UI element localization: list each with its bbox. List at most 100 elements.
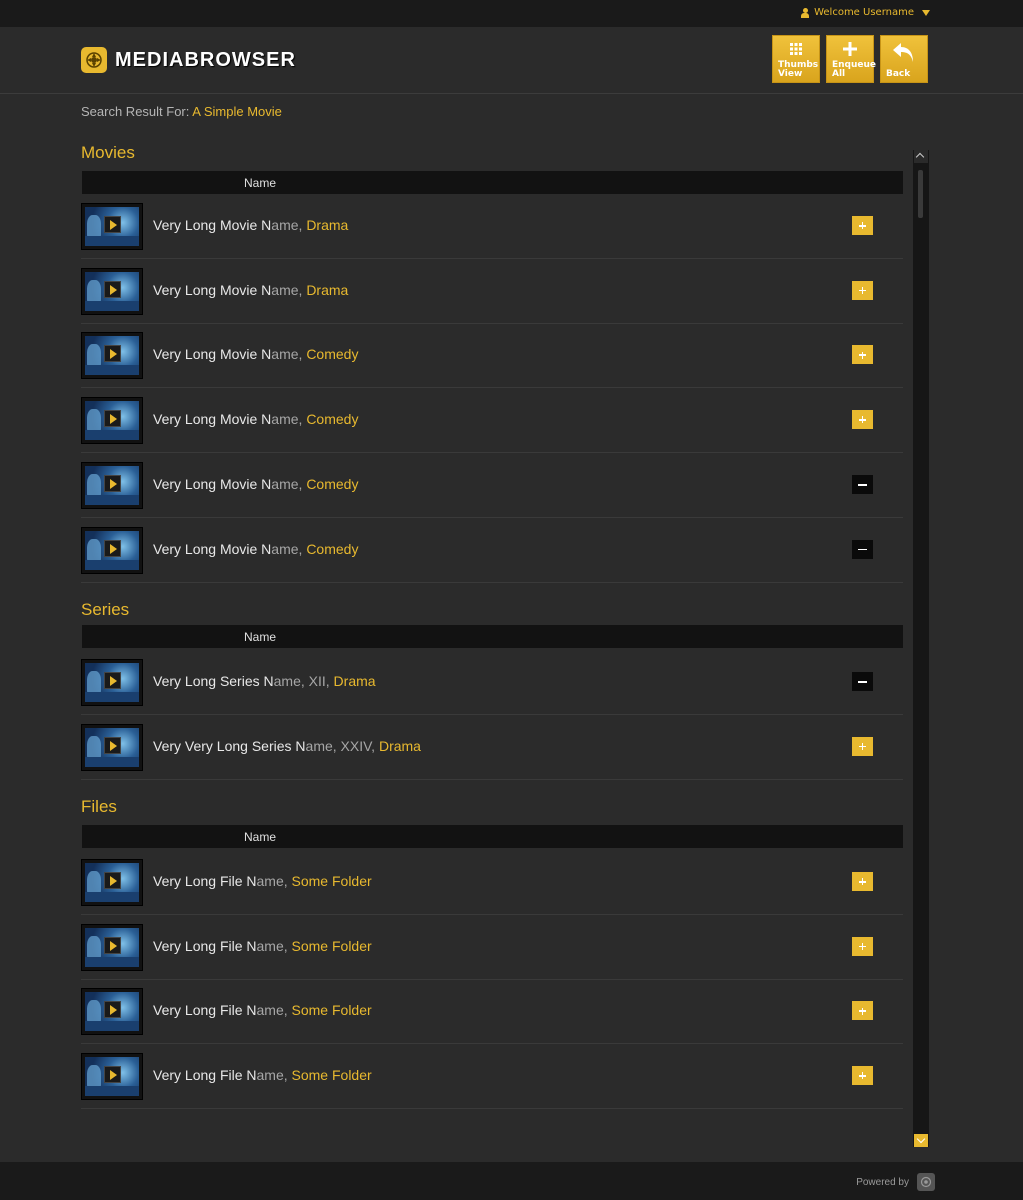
item-category[interactable]: Comedy: [306, 476, 358, 492]
play-icon[interactable]: [104, 410, 121, 428]
item-name: Very Long Movie N: [153, 411, 272, 428]
column-header-files[interactable]: Name: [82, 825, 903, 848]
list-item[interactable]: Very Long File Name, Some Folder: [81, 850, 903, 915]
item-title[interactable]: Very Long File Name, Some Folder: [153, 1067, 372, 1083]
thumbs-label-2: View: [778, 69, 803, 79]
scroll-up-icon[interactable]: [914, 150, 928, 163]
column-header-series[interactable]: Name: [82, 625, 903, 648]
remove-from-queue-button[interactable]: [852, 672, 873, 691]
play-icon[interactable]: [104, 736, 121, 754]
search-result-line: Search Result For: A Simple Movie: [81, 104, 282, 119]
thumbnail[interactable]: [81, 723, 143, 771]
play-icon[interactable]: [104, 1001, 121, 1019]
item-title[interactable]: Very Long Movie Name, Comedy: [153, 476, 358, 492]
search-prefix: Search Result For:: [81, 104, 193, 119]
column-header-name[interactable]: Name: [244, 630, 276, 644]
item-category[interactable]: Comedy: [306, 346, 358, 362]
item-title[interactable]: Very Long File Name, Some Folder: [153, 873, 372, 889]
item-title[interactable]: Very Long Movie Name, Drama: [153, 282, 348, 298]
thumbnail[interactable]: [81, 461, 143, 509]
thumbnail[interactable]: [81, 267, 143, 315]
user-menu[interactable]: Welcome Username: [801, 7, 930, 18]
column-header-name[interactable]: Name: [244, 830, 276, 844]
play-icon[interactable]: [104, 872, 121, 889]
add-to-queue-button[interactable]: [852, 936, 873, 956]
item-name: Very Long Movie N: [153, 346, 272, 363]
list-item[interactable]: Very Long Movie Name, Drama: [81, 194, 903, 259]
thumbnail[interactable]: [81, 332, 143, 380]
item-title[interactable]: Very Long File Name, Some Folder: [153, 938, 372, 954]
item-category[interactable]: Drama: [306, 217, 348, 233]
item-name: Very Long Movie N: [153, 281, 272, 298]
add-to-queue-button[interactable]: [852, 736, 873, 756]
add-to-queue-button[interactable]: [852, 410, 873, 430]
add-to-queue-button[interactable]: [852, 1066, 873, 1086]
item-category[interactable]: Drama: [334, 673, 376, 689]
enqueue-all-button[interactable]: Enqueue All: [826, 35, 876, 83]
thumbnail[interactable]: [81, 1053, 143, 1101]
thumbnail[interactable]: [81, 988, 143, 1036]
item-name-faded: ame, XXIV,: [305, 737, 379, 754]
scroll-down-icon[interactable]: [914, 1134, 928, 1147]
play-icon[interactable]: [104, 280, 121, 298]
thumbnail[interactable]: [81, 397, 143, 445]
list-item[interactable]: Very Long File Name, Some Folder: [81, 1044, 903, 1110]
list-item[interactable]: Very Long Movie Name, Comedy: [81, 518, 903, 583]
item-title[interactable]: Very Long Movie Name, Comedy: [153, 411, 358, 427]
item-name: Very Long Movie N: [153, 217, 272, 233]
item-category[interactable]: Drama: [306, 282, 348, 298]
item-category[interactable]: Some Folder: [292, 938, 372, 954]
list-item[interactable]: Very Long Movie Name, Comedy: [81, 323, 903, 389]
item-category[interactable]: Some Folder: [292, 1067, 372, 1083]
logo[interactable]: MEDIABROWSER: [81, 47, 296, 73]
item-category[interactable]: Comedy: [306, 411, 358, 427]
thumbnail[interactable]: [81, 526, 143, 574]
column-header-name[interactable]: Name: [244, 176, 276, 190]
thumbnail[interactable]: [81, 203, 143, 250]
thumbnail[interactable]: [81, 859, 143, 906]
play-icon[interactable]: [104, 672, 121, 689]
item-title[interactable]: Very Very Long Series Name, XXIV, Drama: [153, 738, 421, 754]
add-to-queue-button[interactable]: [852, 280, 873, 300]
remove-from-queue-button[interactable]: [852, 539, 873, 559]
item-category[interactable]: Comedy: [306, 541, 358, 557]
list-item[interactable]: Very Long File Name, Some Folder: [81, 979, 903, 1045]
item-title[interactable]: Very Long Movie Name, Comedy: [153, 346, 358, 362]
item-title[interactable]: Very Long Movie Name, Comedy: [153, 541, 358, 557]
item-title[interactable]: Very Long Movie Name, Drama: [153, 217, 348, 233]
play-icon[interactable]: [104, 216, 121, 233]
thumbnail[interactable]: [81, 659, 143, 706]
remove-from-queue-button[interactable]: [852, 474, 873, 494]
list-item[interactable]: Very Long Movie Name, Drama: [81, 259, 903, 324]
add-to-queue-button[interactable]: [852, 1001, 873, 1021]
item-title[interactable]: Very Long File Name, Some Folder: [153, 1002, 372, 1018]
list-item[interactable]: Very Long Movie Name, Comedy: [81, 453, 903, 518]
list-item[interactable]: Very Long Movie Name, Comedy: [81, 388, 903, 454]
item-name: Very Long Movie N: [153, 475, 272, 492]
item-category[interactable]: Some Folder: [292, 1002, 372, 1018]
add-to-queue-button[interactable]: [852, 216, 873, 235]
add-to-queue-button[interactable]: [852, 345, 873, 365]
item-category[interactable]: Drama: [379, 738, 421, 754]
list-item[interactable]: Very Long Series Name, XII, Drama: [81, 650, 903, 715]
play-icon[interactable]: [104, 345, 121, 363]
item-title[interactable]: Very Long Series Name, XII, Drama: [153, 673, 376, 689]
list-item[interactable]: Very Very Long Series Name, XXIV, Drama: [81, 715, 903, 780]
item-category[interactable]: Some Folder: [292, 873, 372, 889]
item-name: Very Long File N: [153, 873, 257, 889]
play-icon[interactable]: [104, 1066, 121, 1084]
thumbnail[interactable]: [81, 923, 143, 971]
back-button[interactable]: Back: [880, 35, 928, 83]
play-icon[interactable]: [104, 539, 121, 557]
item-name-faded: ame,: [271, 540, 307, 557]
mediabrowser-logo-icon[interactable]: [917, 1173, 935, 1191]
item-name-faded: ame,: [271, 217, 307, 233]
play-icon[interactable]: [104, 474, 121, 492]
add-to-queue-button[interactable]: [852, 872, 873, 891]
play-icon[interactable]: [104, 936, 121, 954]
thumbs-view-button[interactable]: Thumbs View: [772, 35, 820, 83]
list-item[interactable]: Very Long File Name, Some Folder: [81, 915, 903, 980]
scrollbar[interactable]: [913, 150, 929, 1147]
scroll-thumb[interactable]: [918, 170, 923, 218]
column-header-movies[interactable]: Name: [82, 171, 903, 194]
